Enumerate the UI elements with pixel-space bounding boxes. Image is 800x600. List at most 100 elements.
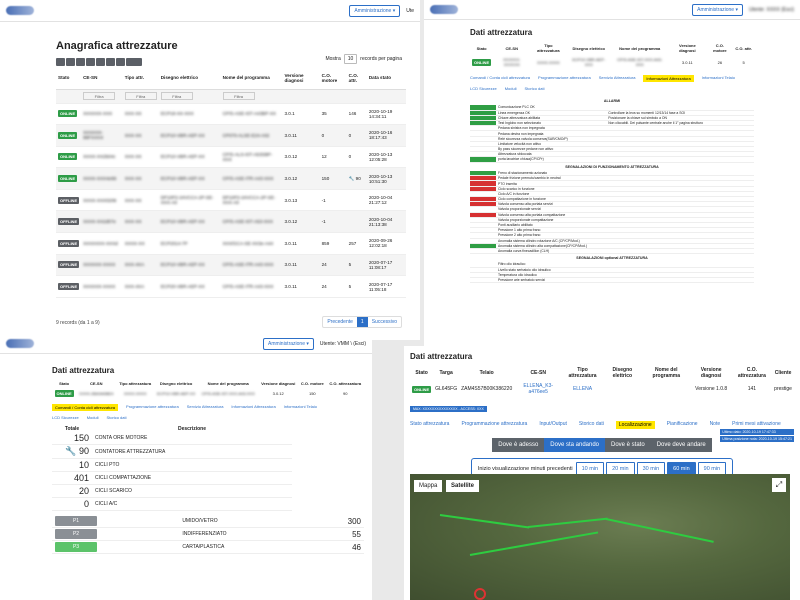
- filter-input[interactable]: Filtra: [222, 92, 255, 100]
- tab-informazioni-telaio[interactable]: Informazioni Telaio: [702, 75, 735, 82]
- next-button[interactable]: Successivo: [368, 317, 401, 327]
- tab-storico-dati[interactable]: Storico dati: [524, 86, 544, 91]
- cell-date: 2020-10-13 10:51:30: [366, 167, 406, 190]
- admin-dropdown[interactable]: Amministrazione ▾: [349, 4, 401, 17]
- filter-input[interactable]: Filtra: [124, 92, 157, 100]
- tab-servizio-attrezzatura[interactable]: Servizio Attrezzatura: [187, 404, 224, 411]
- tab-moduli[interactable]: Moduli: [87, 415, 99, 420]
- panel-contatori: Amministrazione ▾ Utente: VMM \ (Esci) D…: [0, 334, 372, 600]
- summary-text: 90: [342, 391, 348, 396]
- columns-icon[interactable]: [106, 58, 115, 66]
- table-row[interactable]: ONLINE XXXX-XX2b04c XXX-XX ECP10-VBR-AEP-XX…: [56, 146, 406, 169]
- tab-primi-mesi-attivazione[interactable]: Primi mesi attivazione: [732, 421, 781, 429]
- tab-pianificazione[interactable]: Pianificazione: [667, 421, 698, 429]
- alarm-desc: [606, 156, 754, 163]
- tab-comandi-conta-cicli-attrezzatura[interactable]: Comandi / Conta cicli attrezzatura: [52, 404, 119, 411]
- tab-lcd-sicurezze[interactable]: LCD Sicurezze: [470, 86, 497, 91]
- page-title: Dati attrezzatura: [470, 28, 533, 37]
- tab-informazioni-attrezzatura[interactable]: Informazioni Attrezzatura: [231, 404, 275, 411]
- table-row[interactable]: OFFLINE XXXX-XX2d07e XXX-XX ECP10-VBR-AEP-X…: [56, 210, 406, 234]
- tab-storico-dati[interactable]: Storico dati: [106, 415, 126, 420]
- brand-logo[interactable]: [430, 5, 458, 14]
- cell-value: CP070-ALSE-E24-A02: [222, 132, 270, 138]
- prev-button[interactable]: Precedente: [323, 317, 357, 327]
- column-header[interactable]: Stato: [56, 67, 82, 90]
- summary-text[interactable]: ELLENA: [573, 386, 592, 392]
- summary-text: XXXX-XXXX: [537, 59, 560, 65]
- brand-logo[interactable]: [6, 339, 34, 348]
- summary-text[interactable]: ELLENA_K3-a476ee5: [523, 383, 553, 395]
- vehicle-marker[interactable]: [474, 588, 486, 600]
- panel-allarmi: Amministrazione ▾ Utente: XXXX (Esci) Da…: [424, 0, 800, 348]
- view-mode-button[interactable]: Dove deve andare: [650, 438, 712, 452]
- press-row: P2 INDIFFERENZIATO 55: [52, 527, 364, 541]
- tab-informazioni-attrezzatura[interactable]: Informazioni Attrezzatura: [643, 75, 694, 82]
- brand-logo[interactable]: [6, 6, 34, 15]
- table-row[interactable]: ONLINE XXXXXX-XXX XXX-XX ECP18-XX-XXX CP/S-A…: [56, 103, 406, 126]
- tab-informazioni-telaio[interactable]: Informazioni Telaio: [284, 404, 317, 411]
- tab-comandi-conta-cicli-attrezzatura[interactable]: Comandi / Conta cicli attrezzatura: [470, 75, 530, 82]
- tab-servizio-attrezzatura[interactable]: Servizio Attrezzatura: [599, 75, 636, 82]
- tab-programmazione-attrezzatura[interactable]: Programmazione attrezzatura: [126, 404, 179, 411]
- fullscreen-icon[interactable]: ⤢: [772, 478, 786, 492]
- column-header[interactable]: C.O. motore: [319, 67, 347, 90]
- tab-moduli[interactable]: Moduli: [505, 86, 517, 91]
- table-row[interactable]: OFFLINE XXXX-XXX0206 XXX-XX DP10P2-24VCCA-2…: [56, 189, 406, 212]
- column-header[interactable]: C.O. attr.: [346, 67, 367, 90]
- column-header[interactable]: Versione diagnosi: [282, 67, 320, 90]
- cell-value: 0: [348, 132, 352, 138]
- cell-value: XXXX-XX2d07e: [83, 219, 116, 225]
- tabs-row: Comandi / Conta cicli attrezzatura Progra…: [470, 75, 754, 82]
- view-mode-button[interactable]: Dove è adesso: [492, 438, 545, 452]
- excel-icon[interactable]: [76, 58, 85, 66]
- table-row[interactable]: OFFLINE XXXXXXX-XXXd XXXX-XX ECP2014-7P XXX/…: [56, 232, 406, 255]
- column-header[interactable]: Tipo attr.: [122, 67, 159, 90]
- code-icon[interactable]: [116, 58, 125, 66]
- tab-localizzazione[interactable]: Localizzazione: [615, 421, 655, 429]
- admin-dropdown[interactable]: Amministrazione ▾: [692, 3, 743, 16]
- more-icon[interactable]: [126, 58, 142, 66]
- column-header[interactable]: Data stato: [366, 67, 406, 90]
- filter-input[interactable]: Filtra: [160, 92, 193, 100]
- page-1-button[interactable]: 1: [356, 317, 368, 327]
- page-length-select[interactable]: 10: [343, 54, 358, 64]
- tab-storico-dati[interactable]: Storico dati: [579, 421, 604, 429]
- table-row[interactable]: ONLINE XXXX-XXX4e56 XXX-XX ECP10-VBR-AEP-XX…: [56, 167, 406, 190]
- summary-value: ONLINE: [52, 388, 76, 399]
- cell-date: 2020-07-17 11:08:17: [366, 254, 406, 277]
- alarm-row: Pressione arie serbatoio servizi: [470, 277, 754, 284]
- tab-programmazione-attrezzatura[interactable]: Programmazione attrezzatura: [538, 75, 591, 82]
- tab-input-output[interactable]: Input/Output: [539, 421, 567, 429]
- pdf-icon[interactable]: [86, 58, 95, 66]
- table-row[interactable]: OFFLINE XXXXXX-XXXX XXX-4XA ECP10-VBR-AEP-X…: [56, 254, 406, 277]
- satellite-tab[interactable]: Satellite: [446, 480, 480, 492]
- view-mode-button[interactable]: Dove sta andando: [544, 438, 605, 452]
- filter-input[interactable]: Filtra: [83, 92, 116, 100]
- map-tab[interactable]: Mappa: [414, 480, 443, 492]
- filter-cell: Filtra: [158, 89, 221, 104]
- print-icon[interactable]: [96, 58, 105, 66]
- summary-header: CE-SN: [505, 45, 518, 51]
- table-row[interactable]: ONLINE XXXXXX-99FXXXX XXX-XX ECP10-VBR-AEP-…: [56, 124, 406, 147]
- tab-lcd-sicurezze[interactable]: LCD Sicurezze: [52, 415, 79, 420]
- view-mode-button[interactable]: Dove è stato: [605, 438, 651, 452]
- column-header[interactable]: Disegno elettrico: [158, 67, 221, 90]
- column-header[interactable]: Nome del programma: [220, 67, 283, 90]
- status-cell: OFFLINE: [56, 275, 82, 298]
- summary-header: Disegno elettrico: [159, 381, 193, 386]
- counter-value: 150: [52, 432, 92, 445]
- table-row[interactable]: OFFLINE XXXXXX-XXXX XXX-4XA ECP20-VBR-AEP-X…: [56, 275, 406, 298]
- tab-stato-attrezzatura[interactable]: Stato attrezzatura: [410, 421, 449, 429]
- cell-ver: 3.0.11: [282, 124, 320, 147]
- copy-icon[interactable]: [56, 58, 65, 66]
- admin-dropdown[interactable]: Amministrazione ▾: [263, 337, 314, 350]
- cell-ce: XXXXXX-XXX: [81, 103, 123, 126]
- cell-com: -1: [319, 210, 347, 234]
- map-view[interactable]: Mappa Satellite ⤢: [410, 474, 790, 600]
- tab-note[interactable]: Note: [710, 421, 721, 429]
- cell-date: 2020-10-04 21:27:12: [366, 189, 406, 212]
- column-header[interactable]: CE-SN: [81, 67, 123, 90]
- counter-value: 0: [52, 497, 92, 511]
- tab-programmazione-attrezzatura[interactable]: Programmazione attrezzatura: [461, 421, 527, 429]
- csv-icon[interactable]: [66, 58, 75, 66]
